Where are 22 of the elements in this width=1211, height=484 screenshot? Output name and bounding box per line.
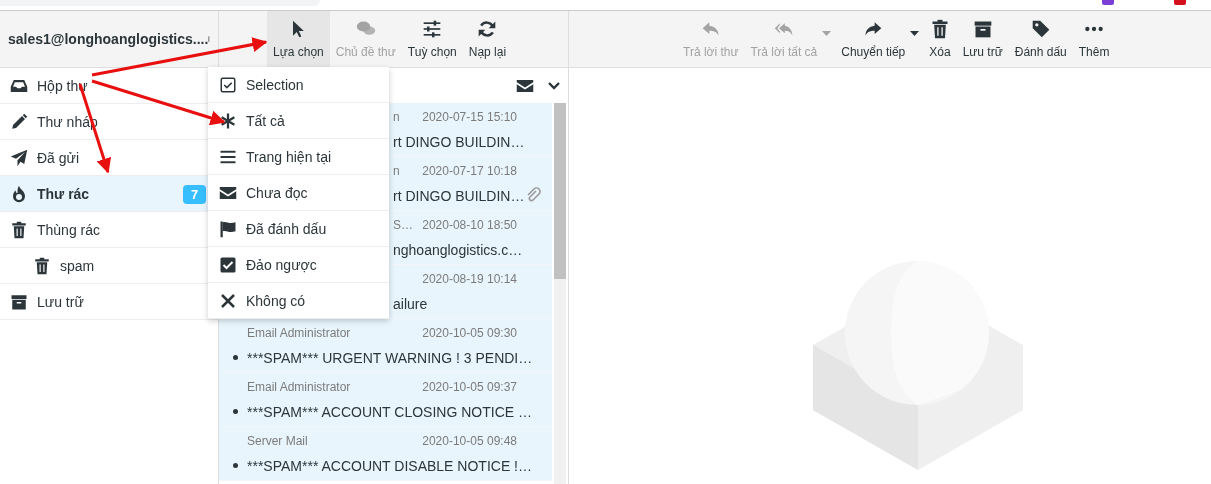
unread-count-badge: 7 (183, 185, 207, 204)
message-date: 2020-07-15 15:10 (422, 109, 517, 124)
message-date: 2020-07-17 10:18 (422, 163, 517, 178)
message-date: 2020-10-05 09:30 (422, 325, 517, 340)
message-subject: ailure (393, 295, 428, 312)
message-subject: nghoanglogistics.c… (393, 241, 523, 258)
message-date: 2020-10-05 09:37 (422, 379, 517, 394)
message-subject: ***SPAM*** ACCOUNT DISABLE NOTICE !… (247, 457, 532, 474)
message-date: 2020-08-19 10:14 (422, 271, 517, 286)
message-subject: rt DINGO BUILDIN… (393, 133, 525, 150)
message-date: 2020-10-05 09:48 (422, 433, 517, 448)
sender-name: n (393, 163, 400, 178)
sender-name: S… (393, 217, 413, 232)
message-subject: ***SPAM*** URGENT WARNING ! 3 PENDI… (247, 349, 533, 366)
account-name: sales1@longhoanglogistics.... (8, 31, 209, 47)
message-subject: ***SPAM*** ACCOUNT CLOSING NOTICE … (247, 403, 532, 420)
sender-name: Email Administrator (247, 325, 351, 340)
message-subject: rt DINGO BUILDIN… (393, 187, 525, 204)
sender-name: Server Mail (247, 433, 308, 448)
sender-name: n (393, 109, 400, 124)
sender-name: Email Administrator (247, 379, 351, 394)
message-date: 2020-08-10 18:50 (422, 217, 517, 232)
